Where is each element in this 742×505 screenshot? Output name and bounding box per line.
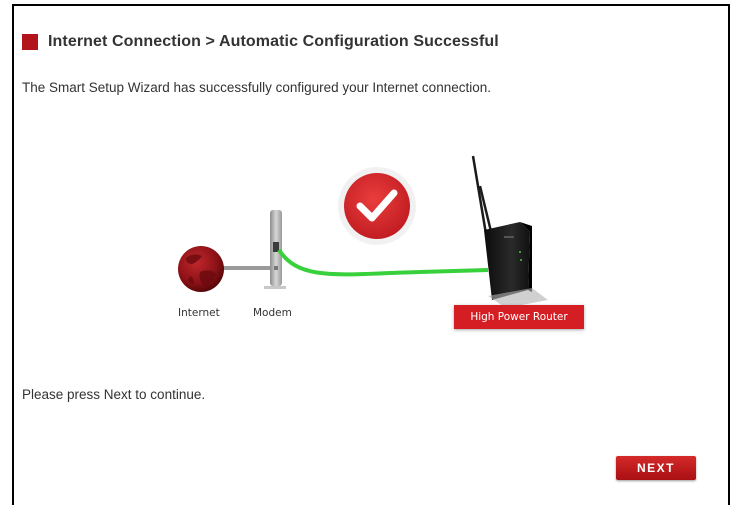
modem-icon [264, 210, 286, 289]
connection-diagram: Internet Modem [178, 155, 548, 319]
internet-globe-icon [178, 246, 224, 292]
connection-cable [277, 248, 489, 277]
check-icon [338, 167, 416, 245]
modem-label: Modem [253, 307, 292, 319]
router-label: High Power Router [454, 305, 584, 329]
router-icon [471, 155, 548, 308]
internet-label: Internet [178, 307, 220, 319]
continue-text: Please press Next to continue. [22, 387, 206, 402]
next-button[interactable]: NEXT [616, 456, 696, 480]
